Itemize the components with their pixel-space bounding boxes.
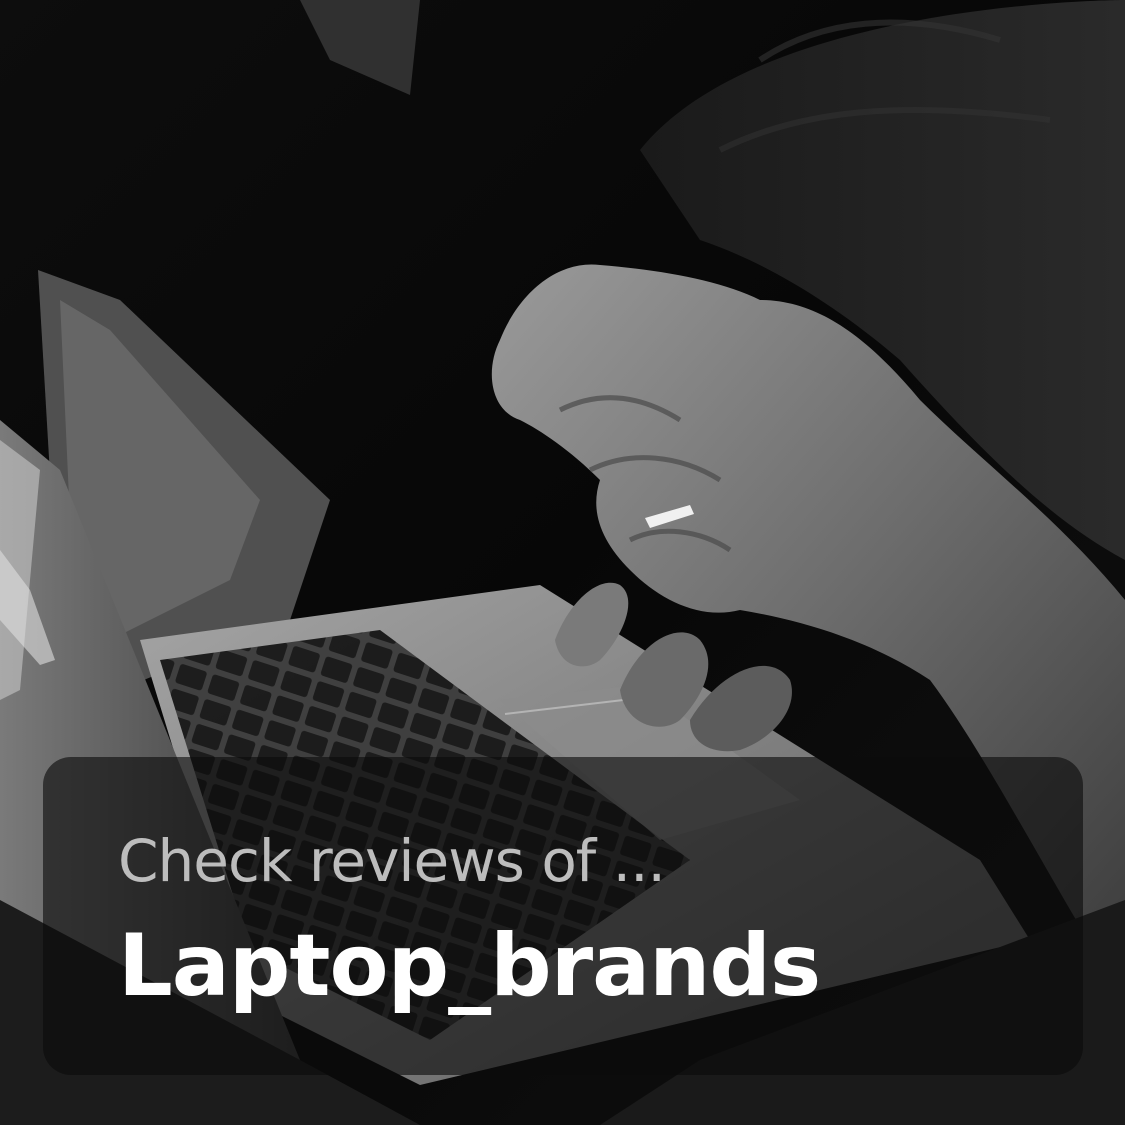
caption-subtitle: Check reviews of ... bbox=[118, 827, 666, 895]
caption-title: Laptop_brands bbox=[118, 916, 821, 1016]
photo-scene: Check reviews of ... Laptop_brands bbox=[0, 0, 1125, 1125]
